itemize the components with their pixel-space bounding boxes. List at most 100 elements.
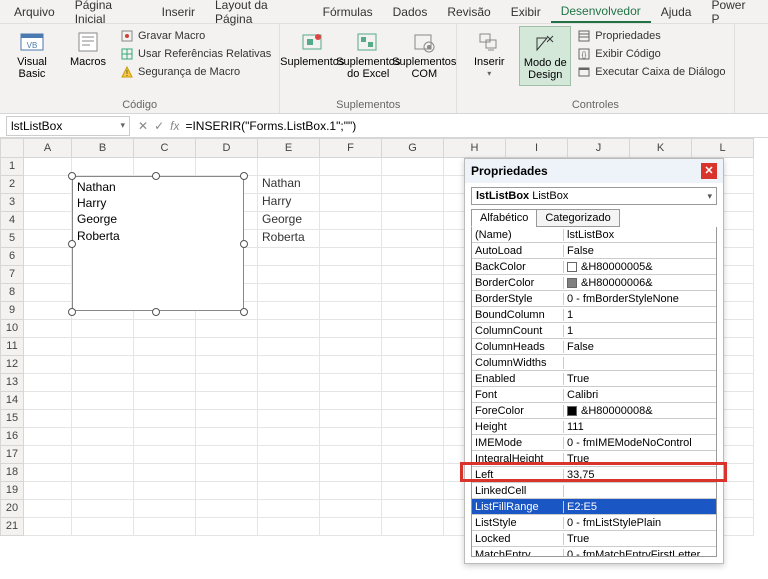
cell-G18[interactable] [382,464,444,482]
resize-handle[interactable] [152,172,160,180]
prop-value[interactable]: 0 - fmMatchEntryFirstLetter [564,549,716,558]
cell-A14[interactable] [24,392,72,410]
cell-G14[interactable] [382,392,444,410]
cell-C13[interactable] [134,374,196,392]
cell-A21[interactable] [24,518,72,536]
name-box[interactable]: lstListBox▾ [6,116,130,136]
cell-F14[interactable] [320,392,382,410]
record-macro-button[interactable]: Gravar Macro [118,28,273,44]
cell-B13[interactable] [72,374,134,392]
cell-B19[interactable] [72,482,134,500]
cell-D10[interactable] [196,320,258,338]
col-head-C[interactable]: C [134,138,196,158]
col-head-L[interactable]: L [692,138,754,158]
cell-G5[interactable] [382,230,444,248]
cell-G10[interactable] [382,320,444,338]
cell-F20[interactable] [320,500,382,518]
cell-E3[interactable]: Harry [258,194,320,212]
com-addins-button[interactable]: Suplementos COM [398,26,450,84]
cell-F1[interactable] [320,158,382,176]
cell-F18[interactable] [320,464,382,482]
cell-G8[interactable] [382,284,444,302]
prop-value[interactable]: True [564,373,716,385]
prop-row-height[interactable]: Height111 [472,419,716,435]
fx-button[interactable]: fx [170,119,179,133]
insert-control-button[interactable]: Inserir▾ [463,26,515,83]
menu-item-arquivo[interactable]: Arquivo [4,2,65,22]
cell-G20[interactable] [382,500,444,518]
row-head-18[interactable]: 18 [0,464,24,482]
cell-D12[interactable] [196,356,258,374]
cell-B1[interactable] [72,158,134,176]
cell-E20[interactable] [258,500,320,518]
cell-C19[interactable] [134,482,196,500]
row-head-9[interactable]: 9 [0,302,24,320]
prop-row-left[interactable]: Left33,75 [472,467,716,483]
resize-handle[interactable] [68,308,76,316]
cell-D18[interactable] [196,464,258,482]
row-head-15[interactable]: 15 [0,410,24,428]
cell-B14[interactable] [72,392,134,410]
cell-D1[interactable] [196,158,258,176]
prop-row-integralheight[interactable]: IntegralHeightTrue [472,451,716,467]
prop-value[interactable]: True [564,533,716,545]
row-head-8[interactable]: 8 [0,284,24,302]
prop-row-boundcolumn[interactable]: BoundColumn1 [472,307,716,323]
prop-value[interactable]: 0 - fmListStylePlain [564,517,716,529]
resize-handle[interactable] [240,308,248,316]
resize-handle[interactable] [152,308,160,316]
macro-security-button[interactable]: !Segurança de Macro [118,64,273,80]
cell-F7[interactable] [320,266,382,284]
prop-value[interactable]: 111 [564,421,716,433]
cell-A19[interactable] [24,482,72,500]
cell-A18[interactable] [24,464,72,482]
cell-G7[interactable] [382,266,444,284]
properties-title-bar[interactable]: Propriedades✕ [465,159,723,183]
cell-F8[interactable] [320,284,382,302]
cell-B16[interactable] [72,428,134,446]
prop-row-linkedcell[interactable]: LinkedCell [472,483,716,499]
cell-F12[interactable] [320,356,382,374]
cell-F6[interactable] [320,248,382,266]
cell-G15[interactable] [382,410,444,428]
prop-row-columnheads[interactable]: ColumnHeadsFalse [472,339,716,355]
col-head-F[interactable]: F [320,138,382,158]
prop-row-backcolor[interactable]: BackColor&H80000005& [472,259,716,275]
col-head-K[interactable]: K [630,138,692,158]
visual-basic-button[interactable]: VB Visual Basic [6,26,58,84]
cell-C1[interactable] [134,158,196,176]
cell-F21[interactable] [320,518,382,536]
cell-E4[interactable]: George [258,212,320,230]
row-head-11[interactable]: 11 [0,338,24,356]
cell-B11[interactable] [72,338,134,356]
cell-F19[interactable] [320,482,382,500]
resize-handle[interactable] [68,172,76,180]
cell-D17[interactable] [196,446,258,464]
cell-B18[interactable] [72,464,134,482]
menu-item-desenvolvedor[interactable]: Desenvolvedor [551,1,651,23]
row-head-12[interactable]: 12 [0,356,24,374]
cell-E21[interactable] [258,518,320,536]
cell-G4[interactable] [382,212,444,230]
cell-D21[interactable] [196,518,258,536]
prop-value[interactable]: False [564,341,716,353]
prop-tab-alfabético[interactable]: Alfabético [471,209,537,227]
row-head-20[interactable]: 20 [0,500,24,518]
row-head-4[interactable]: 4 [0,212,24,230]
menu-item-exibir[interactable]: Exibir [501,2,551,22]
cell-C18[interactable] [134,464,196,482]
prop-value[interactable]: lstListBox [564,229,716,241]
cell-A9[interactable] [24,302,72,320]
cell-D16[interactable] [196,428,258,446]
cell-A10[interactable] [24,320,72,338]
cell-G9[interactable] [382,302,444,320]
cell-F15[interactable] [320,410,382,428]
prop-value[interactable]: 1 [564,325,716,337]
cell-C10[interactable] [134,320,196,338]
cell-A4[interactable] [24,212,72,230]
prop-tab-categorizado[interactable]: Categorizado [536,209,619,227]
cell-E1[interactable] [258,158,320,176]
cell-E11[interactable] [258,338,320,356]
cell-G16[interactable] [382,428,444,446]
cell-A12[interactable] [24,356,72,374]
